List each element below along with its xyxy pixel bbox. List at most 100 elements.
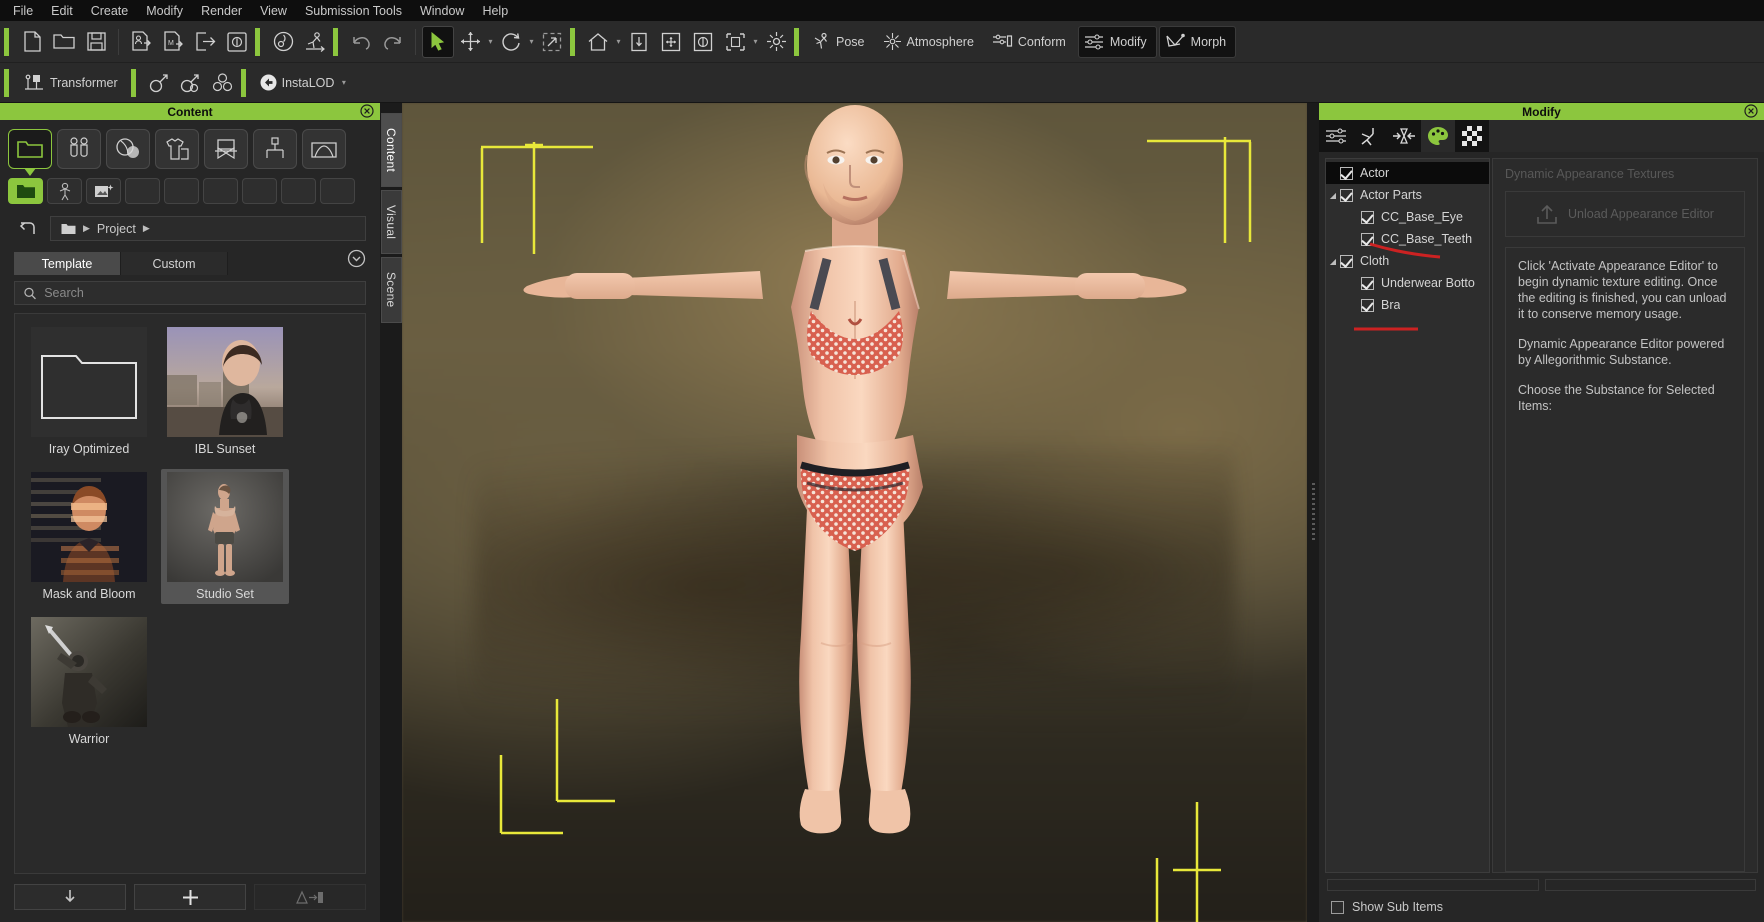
motion-category[interactable] — [253, 129, 297, 169]
empty-sub-1[interactable] — [125, 178, 160, 204]
cloth-category[interactable] — [155, 129, 199, 169]
menu-item-create[interactable]: Create — [82, 1, 138, 21]
import-motion-icon[interactable]: M — [158, 27, 188, 57]
character-sub[interactable] — [47, 178, 82, 204]
pose-button[interactable]: Pose — [808, 27, 874, 57]
tree-checkbox[interactable] — [1361, 210, 1374, 224]
unload-appearance-editor-button[interactable]: Unload Appearance Editor — [1505, 191, 1745, 237]
prop-category[interactable] — [204, 129, 248, 169]
modify-button[interactable]: Modify — [1077, 25, 1157, 58]
move-tool-icon[interactable] — [455, 27, 485, 57]
vtab-visual[interactable]: Visual — [380, 190, 402, 255]
search-input[interactable] — [44, 286, 356, 300]
rtab-appearance[interactable] — [1421, 120, 1455, 152]
tile-mask-and-bloom[interactable]: Mask and Bloom — [25, 469, 153, 604]
rtab-collision[interactable] — [1387, 120, 1421, 152]
edit-mesh-icon[interactable] — [144, 68, 174, 98]
footer-slot-right[interactable] — [1544, 879, 1756, 891]
tree-item-bra[interactable]: Bra — [1326, 294, 1489, 316]
tree-item-cc-base-teeth[interactable]: CC_Base_Teeth — [1326, 228, 1489, 259]
image-sub[interactable] — [86, 178, 121, 204]
download-button[interactable] — [14, 884, 126, 910]
transformer-button[interactable]: Transformer — [18, 68, 127, 98]
tree-item-underwear-bottom[interactable]: Underwear Botto — [1326, 272, 1489, 294]
back-arrow-icon[interactable] — [14, 218, 40, 240]
new-project-icon[interactable] — [17, 27, 47, 57]
instalod-caret-icon[interactable]: ▾ — [339, 76, 348, 90]
viewport-3d[interactable] — [402, 103, 1307, 922]
atmosphere-button[interactable]: Atmosphere — [878, 27, 983, 57]
save-image-icon[interactable] — [222, 27, 252, 57]
close-icon[interactable] — [1744, 104, 1758, 121]
tree-checkbox[interactable] — [1361, 232, 1374, 246]
tile-ibl-sunset[interactable]: IBL Sunset — [161, 324, 289, 459]
tile-iray-optimized[interactable]: Iray Optimized — [25, 324, 153, 459]
tile-warrior[interactable]: Warrior — [25, 614, 153, 749]
frame-all-icon[interactable] — [656, 27, 686, 57]
render-preview-icon[interactable] — [268, 27, 298, 57]
tree-checkbox[interactable] — [1340, 166, 1353, 180]
home-view-icon[interactable] — [583, 27, 613, 57]
footer-slot-left[interactable] — [1327, 879, 1539, 891]
rotate-tool-caret-icon[interactable]: ▾ — [527, 27, 536, 57]
open-project-icon[interactable] — [49, 27, 79, 57]
tree-item-cc-base-eye[interactable]: CC_Base_Eye — [1326, 206, 1489, 228]
menu-item-help[interactable]: Help — [473, 1, 517, 21]
tree-checkbox[interactable] — [1361, 298, 1374, 312]
rtab-physics[interactable] — [1353, 120, 1387, 152]
home-view-caret-icon[interactable]: ▾ — [614, 27, 623, 57]
import-character-icon[interactable] — [126, 27, 156, 57]
edit-mesh-plus-icon[interactable] — [176, 68, 206, 98]
scene-category[interactable] — [302, 129, 346, 169]
rotate-tool-icon[interactable] — [496, 27, 526, 57]
export-icon[interactable] — [190, 27, 220, 57]
tree-expander[interactable]: ◢ — [1326, 191, 1340, 200]
tree-item-actor[interactable]: Actor — [1326, 162, 1489, 184]
animation-player-icon[interactable] — [300, 27, 330, 57]
ground-icon[interactable] — [624, 27, 654, 57]
light-icon[interactable] — [761, 27, 791, 57]
vtab-scene[interactable]: Scene — [380, 257, 402, 323]
panel-resize-grip-left[interactable] — [1307, 103, 1319, 922]
tree-checkbox[interactable] — [1361, 276, 1374, 290]
character-figure[interactable] — [505, 103, 1205, 898]
menu-item-render[interactable]: Render — [192, 1, 251, 21]
menu-item-edit[interactable]: Edit — [42, 1, 82, 21]
tree-expander[interactable]: ◢ — [1326, 257, 1340, 266]
convert-button[interactable] — [254, 884, 366, 910]
bounding-box-caret-icon[interactable]: ▾ — [751, 27, 760, 57]
project-sub[interactable] — [8, 178, 43, 204]
show-sub-items-row[interactable]: Show Sub Items — [1327, 891, 1756, 914]
tree-checkbox[interactable] — [1340, 188, 1353, 202]
chevron-down-circle-icon[interactable] — [347, 249, 366, 275]
rtab-material[interactable] — [1455, 120, 1489, 152]
select-tool-icon[interactable] — [422, 25, 454, 58]
project-category[interactable] — [8, 129, 52, 176]
menu-item-window[interactable]: Window — [411, 1, 473, 21]
menu-item-file[interactable]: File — [4, 1, 42, 21]
bounding-box-icon[interactable] — [720, 27, 750, 57]
object-tree[interactable]: Actor ◢ Actor Parts CC_Base_Eye CC_Base_… — [1325, 158, 1490, 873]
empty-sub-5[interactable] — [281, 178, 316, 204]
orbit-icon[interactable] — [688, 27, 718, 57]
mesh-parts-icon[interactable] — [208, 68, 238, 98]
empty-sub-3[interactable] — [203, 178, 238, 204]
show-sub-items-checkbox[interactable] — [1331, 900, 1344, 914]
actor-category[interactable] — [57, 129, 101, 169]
menu-item-view[interactable]: View — [251, 1, 296, 21]
head-category[interactable] — [106, 129, 150, 169]
add-button[interactable] — [134, 884, 246, 910]
empty-sub-4[interactable] — [242, 178, 277, 204]
menu-item-submission-tools[interactable]: Submission Tools — [296, 1, 411, 21]
scale-tool-icon[interactable] — [537, 27, 567, 57]
redo-icon[interactable] — [378, 27, 408, 57]
vtab-content[interactable]: Content — [380, 113, 402, 188]
tree-checkbox[interactable] — [1340, 254, 1353, 268]
tree-item-cloth[interactable]: ◢ Cloth — [1326, 250, 1489, 272]
empty-sub-6[interactable] — [320, 178, 355, 204]
tab-template[interactable]: Template — [14, 252, 121, 275]
tile-studio-set[interactable]: Studio Set — [161, 469, 289, 604]
tab-custom[interactable]: Custom — [121, 252, 228, 275]
morph-button[interactable]: Morph — [1158, 25, 1237, 58]
menu-item-modify[interactable]: Modify — [137, 1, 192, 21]
